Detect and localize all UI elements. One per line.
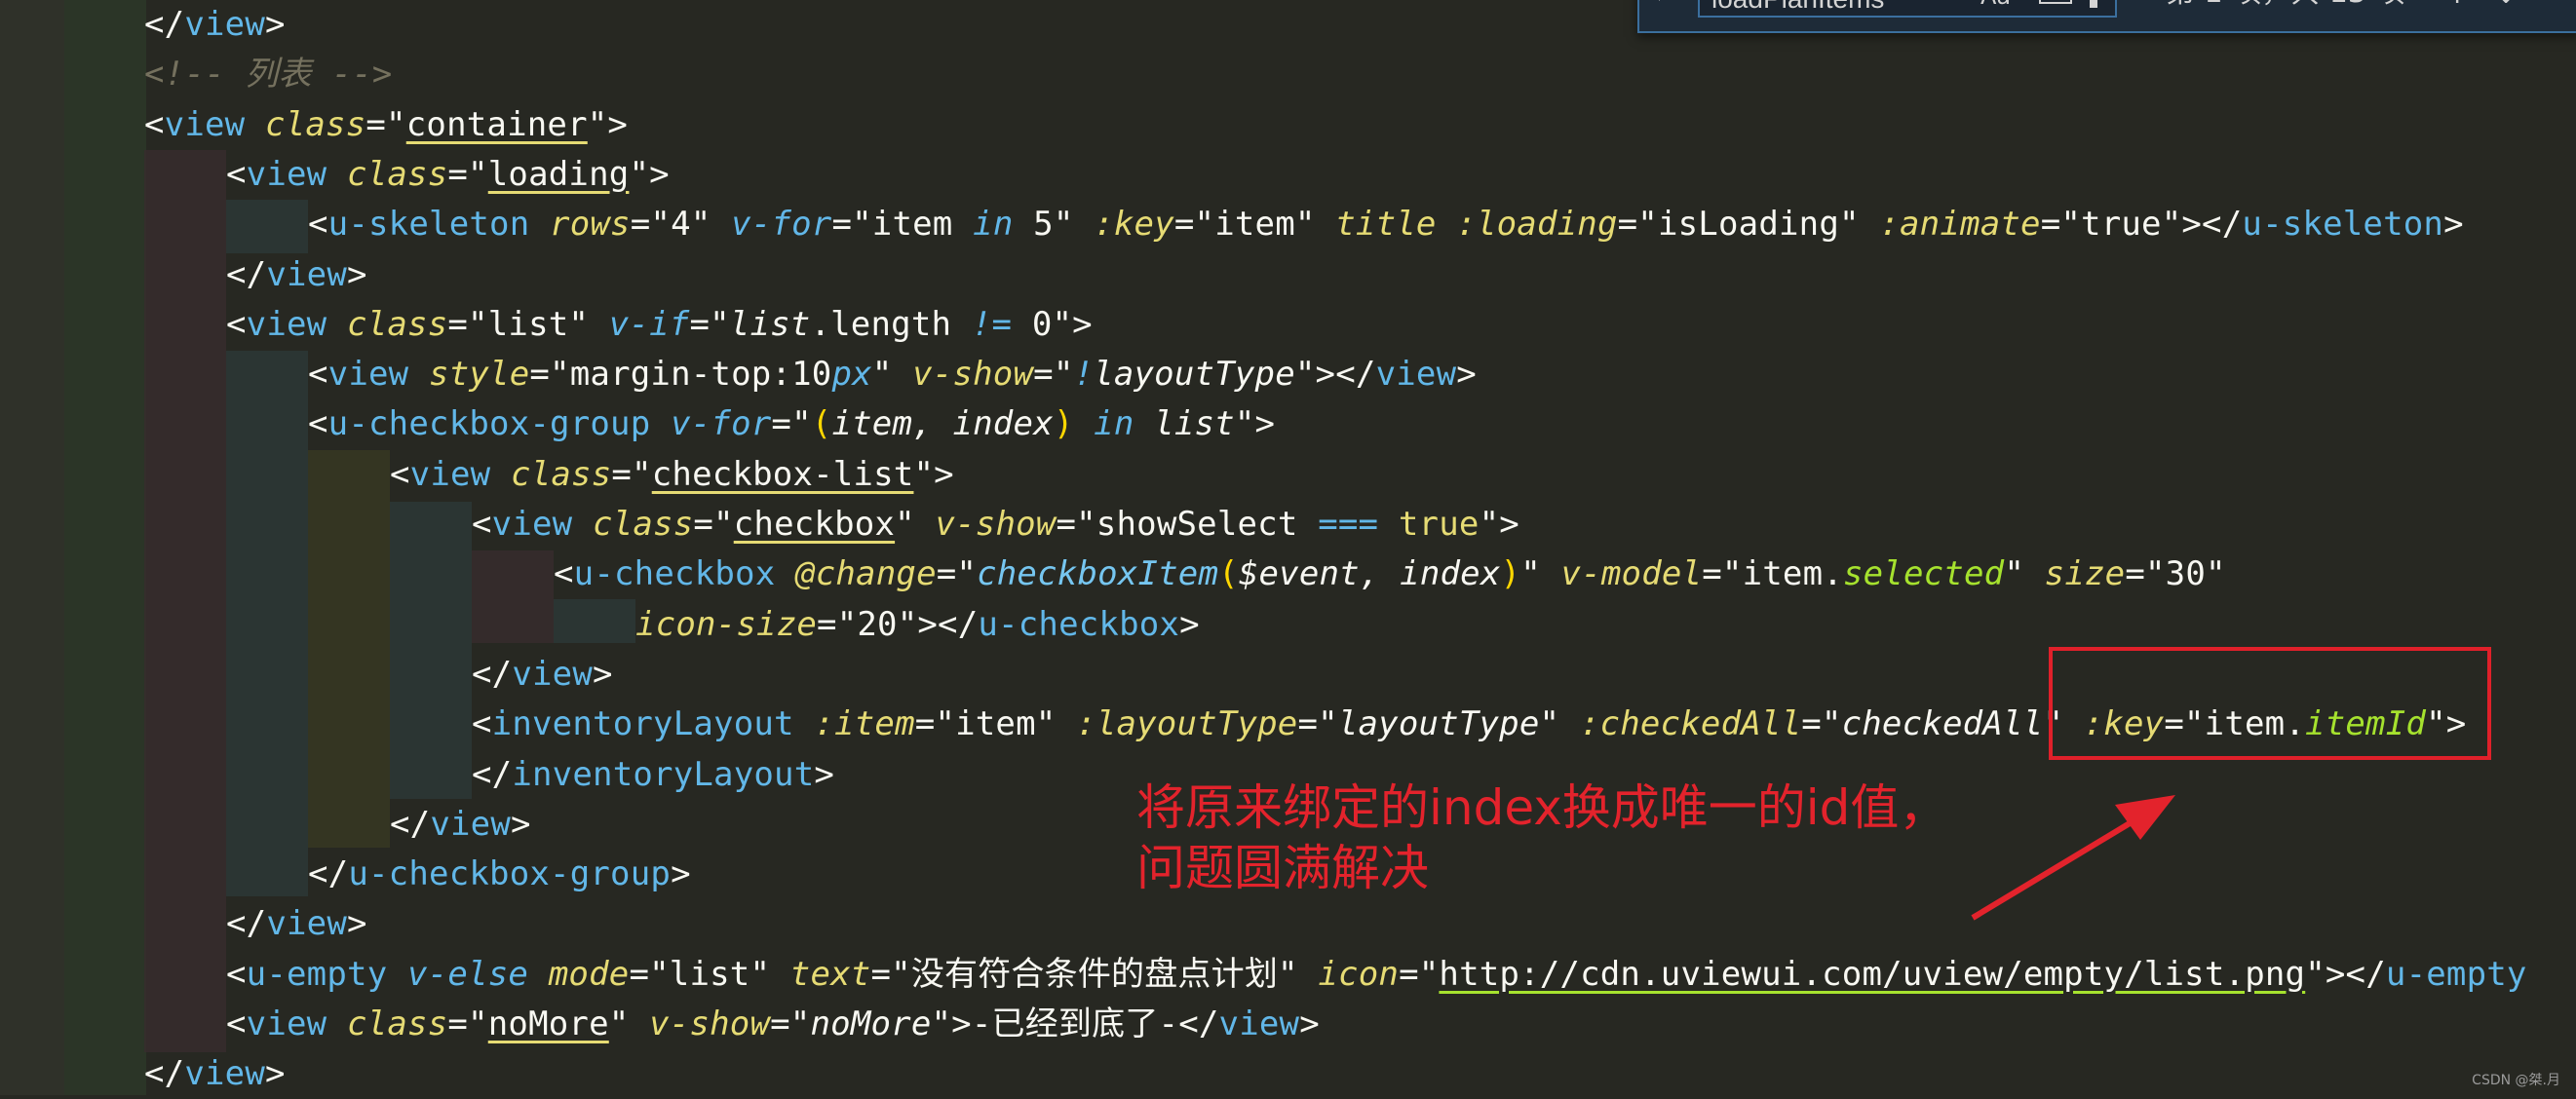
watermark: CSDN @桀.月 — [2472, 1073, 2560, 1088]
arrow-head — [2115, 795, 2175, 840]
annotation-line-2: 问题圆满解决 — [1136, 840, 1429, 896]
annotation-arrow — [1971, 795, 2175, 921]
arrow-shaft — [1971, 812, 2146, 921]
annotation-line-1: 将原来绑定的index换成唯一的id值， — [1136, 779, 1948, 836]
annotation-text: 将原来绑定的index换成唯一的id值， 问题圆满解决 — [1136, 777, 1947, 898]
